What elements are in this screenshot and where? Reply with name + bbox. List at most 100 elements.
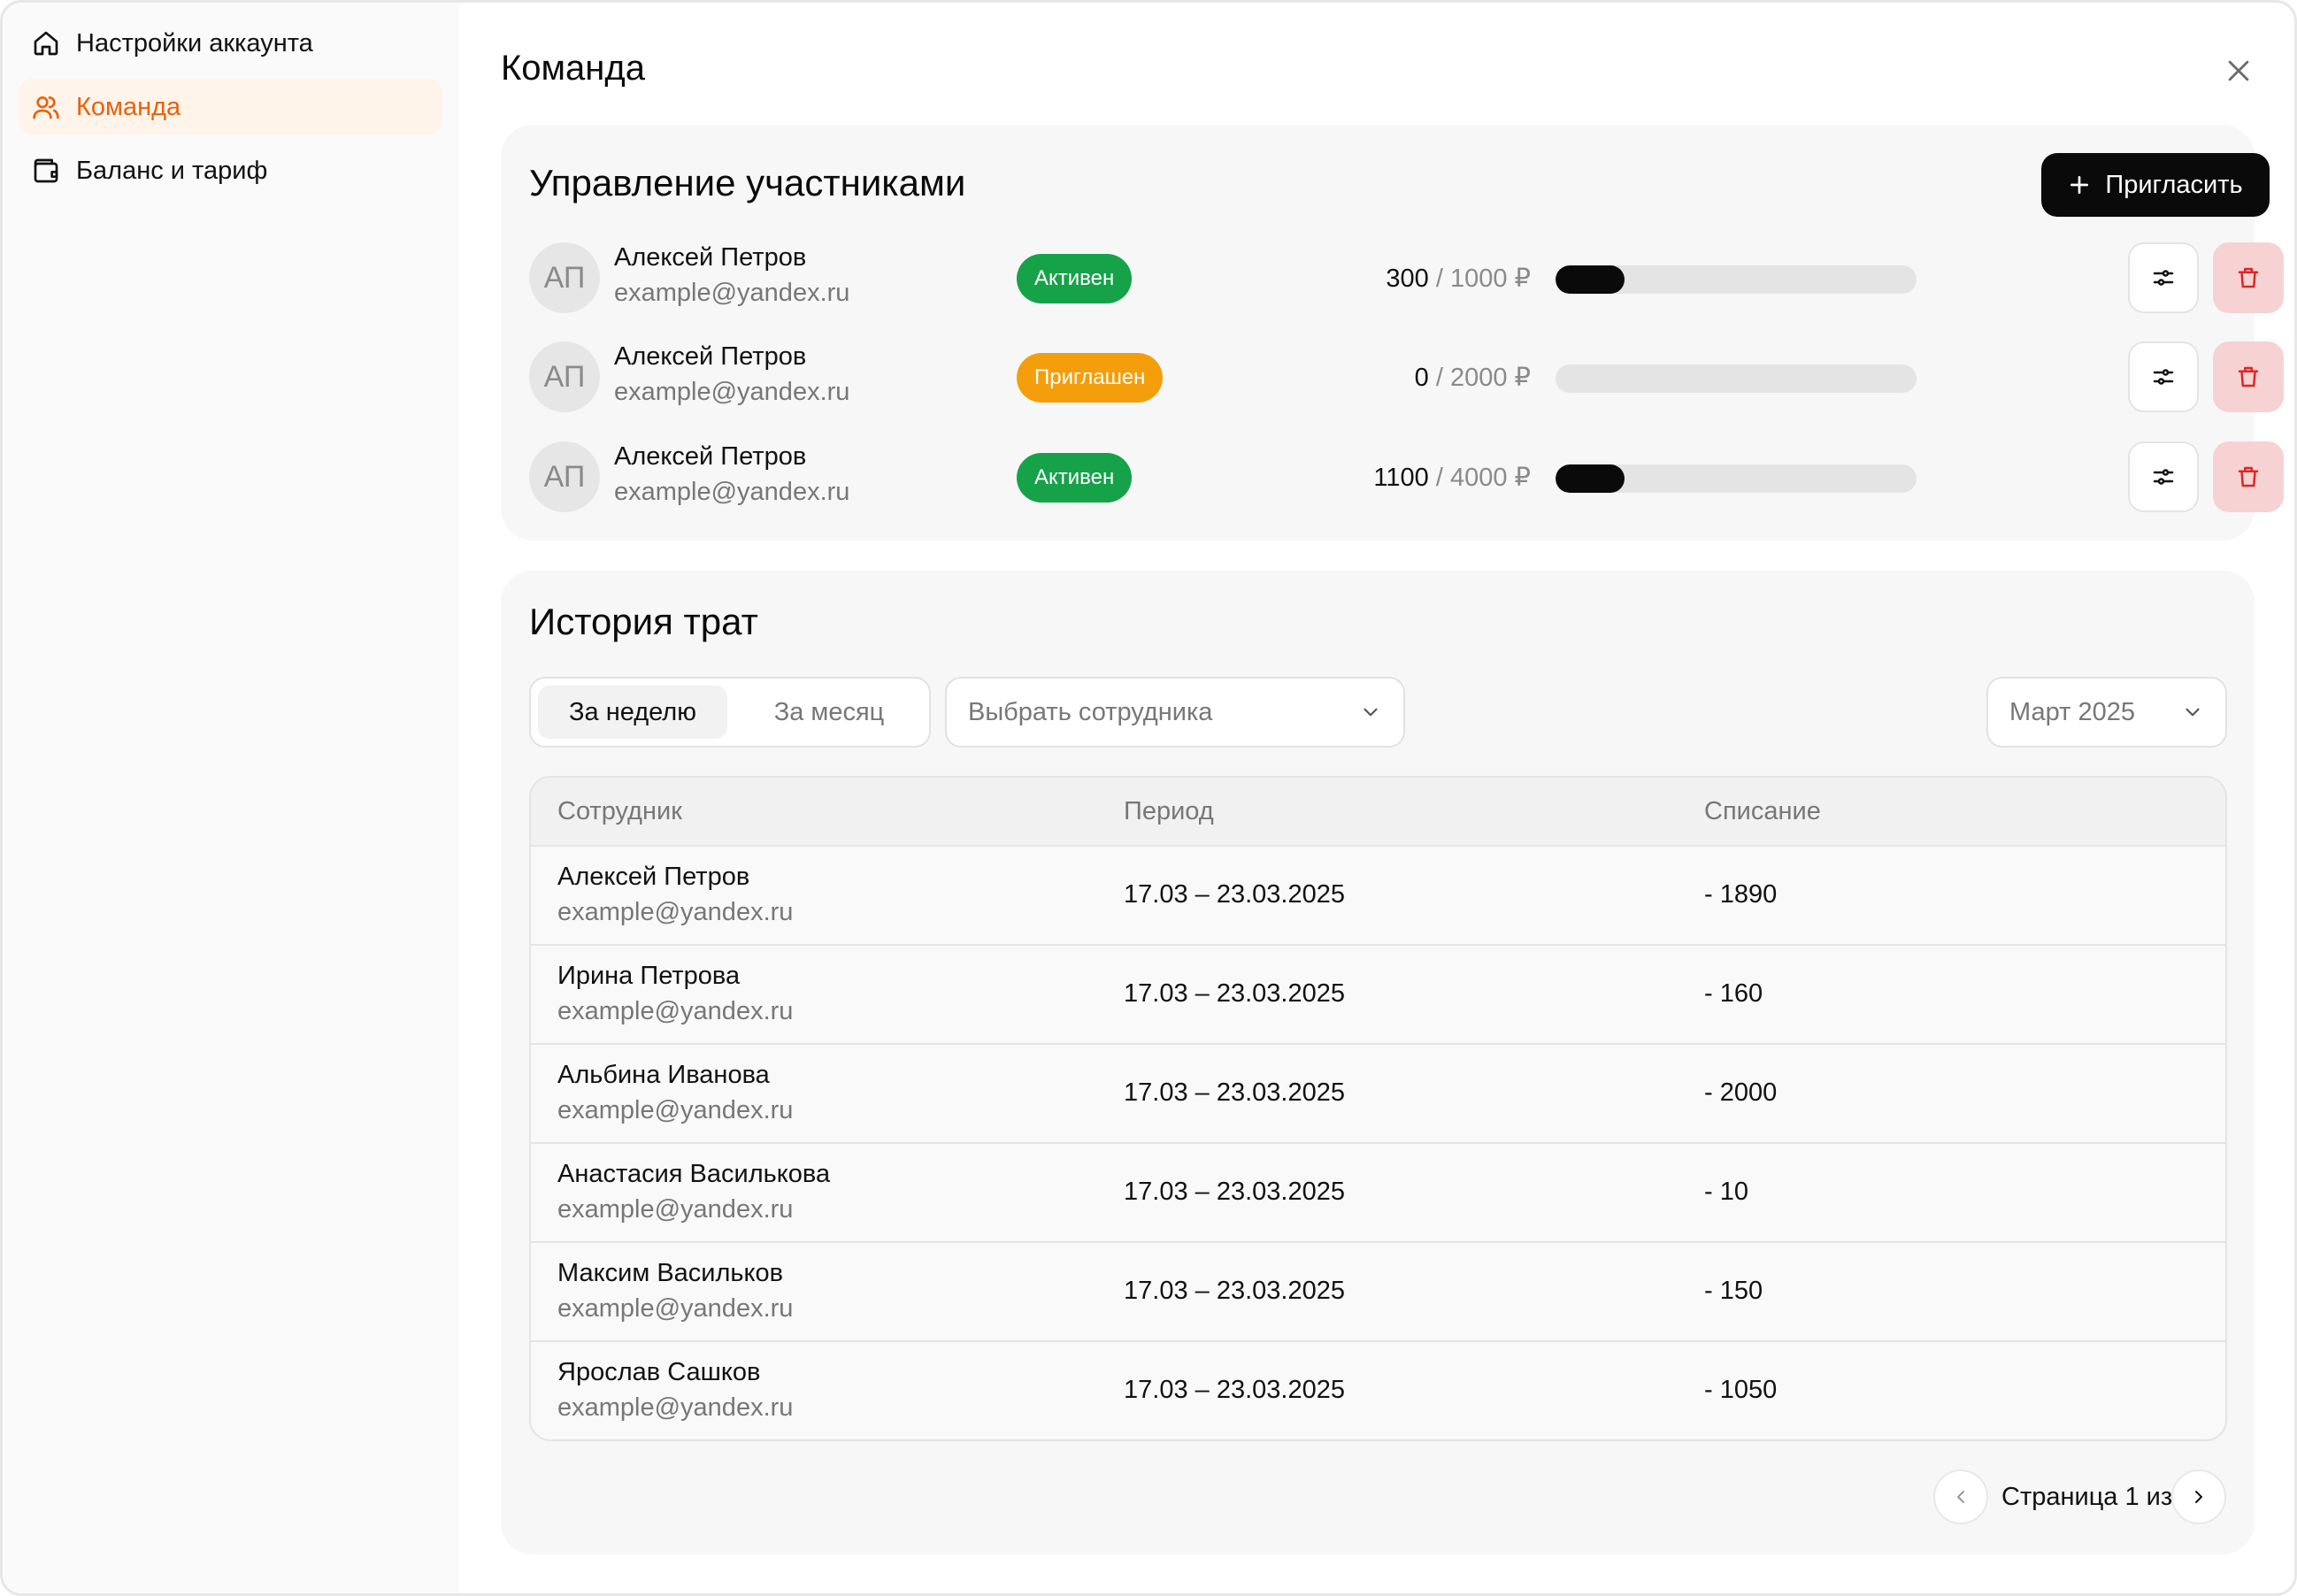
chevron-left-icon <box>1957 1491 1964 1503</box>
members-title: Управление участниками <box>529 162 966 203</box>
period-cell: 17.03 – 23.03.2025 <box>1124 1277 1345 1305</box>
close-icon <box>2228 60 2249 81</box>
member-delete-button[interactable] <box>2213 341 2284 412</box>
budget-usage: 1100 / 4000 ₽ <box>1373 462 1531 493</box>
avatar: АП <box>529 441 600 512</box>
budget-progress-bar <box>1556 265 1917 294</box>
budget-separator: / <box>1428 364 1450 392</box>
period-cell: 17.03 – 23.03.2025 <box>1124 1178 1345 1206</box>
member-name: Алексей Петров <box>614 243 807 272</box>
home-icon <box>34 31 58 56</box>
main-content: Команда Управление участниками Пригласит… <box>458 3 2294 1593</box>
employee-email: example@yandex.ru <box>557 997 794 1025</box>
close-button[interactable] <box>2216 49 2261 93</box>
amount-cell: - 160 <box>1704 979 1763 1008</box>
page-title: Команда <box>501 49 645 88</box>
budget-limit: 1000 ₽ <box>1449 265 1531 293</box>
tab-month[interactable]: За месяц <box>736 686 922 739</box>
tab-week[interactable]: За неделю <box>538 686 727 739</box>
budget-progress-bar <box>1556 364 1917 393</box>
member-delete-button[interactable] <box>2213 242 2284 313</box>
chevron-down-icon <box>2186 708 2200 717</box>
sidebar-item-label: Команда <box>76 92 181 121</box>
member-settings-button[interactable] <box>2128 441 2199 512</box>
sidebar-item-label: Настройки аккаунта <box>76 28 313 58</box>
table-row: Алексей Петров example@yandex.ru 17.03 – 2… <box>531 847 2225 946</box>
amount-cell: - 10 <box>1704 1178 1748 1206</box>
app-window: Настройки аккаунта Команда Баланс и тари… <box>0 0 2297 1596</box>
budget-usage: 300 / 1000 ₽ <box>1386 263 1531 294</box>
column-header-amount: Списание <box>1704 797 1821 825</box>
table-row: Ярослав Сашков example@yandex.ru 17.03 – 2… <box>531 1342 2225 1439</box>
employee-name: Максим Васильков <box>557 1259 784 1287</box>
avatar: АП <box>529 242 600 313</box>
month-select[interactable]: Март 2025 <box>1986 677 2227 748</box>
member-row: АП Алексей Петров example@yandex.ru Приглаш… <box>529 341 2284 413</box>
budget-limit: 2000 ₽ <box>1449 364 1531 392</box>
budget-progress-fill <box>1556 265 1625 294</box>
chevron-right-icon <box>2195 1491 2202 1503</box>
avatar: АП <box>529 341 600 412</box>
table-row: Максим Васильков example@yandex.ru 17.03 –… <box>531 1243 2225 1342</box>
users-icon <box>33 96 59 119</box>
budget-separator: / <box>1428 464 1450 492</box>
member-settings-button[interactable] <box>2128 341 2199 412</box>
sidebar-item-label: Баланс и тариф <box>76 156 268 185</box>
budget-spent: 1100 <box>1373 464 1429 492</box>
trash-icon <box>2238 267 2259 288</box>
chevron-down-icon <box>1364 708 1378 717</box>
plus-icon <box>2070 175 2089 195</box>
budget-limit: 4000 ₽ <box>1449 464 1531 492</box>
status-badge: Активен <box>1017 453 1133 503</box>
table-header: Сотрудник Период Списание <box>531 778 2225 847</box>
sidebar-item-balance[interactable]: Баланс и тариф <box>19 142 442 199</box>
period-cell: 17.03 – 23.03.2025 <box>1124 979 1345 1008</box>
sliders-icon <box>2153 469 2174 485</box>
employee-select[interactable]: Выбрать сотрудника <box>945 677 1405 748</box>
budget-spent: 300 <box>1386 265 1429 293</box>
amount-cell: - 2000 <box>1704 1078 1778 1107</box>
member-row: АП Алексей Петров example@yandex.ru Активен… <box>529 242 2284 314</box>
budget-spent: 0 <box>1414 364 1429 392</box>
employee-email: example@yandex.ru <box>557 1096 794 1124</box>
budget-progress-bar <box>1556 464 1917 493</box>
amount-cell: - 1890 <box>1704 880 1778 909</box>
status-badge: Активен <box>1017 254 1133 303</box>
employee-name: Анастасия Василькова <box>557 1160 831 1188</box>
prev-page-button[interactable] <box>1933 1469 1988 1524</box>
amount-cell: - 1050 <box>1704 1376 1778 1404</box>
employee-name: Ярослав Сашков <box>557 1358 761 1386</box>
table-row: Анастасия Василькова example@yandex.ru 17.… <box>531 1144 2225 1243</box>
column-header-employee: Сотрудник <box>557 797 682 825</box>
employee-name: Альбина Иванова <box>557 1061 770 1089</box>
trash-icon <box>2238 366 2259 387</box>
period-cell: 17.03 – 23.03.2025 <box>1124 880 1345 909</box>
employee-email: example@yandex.ru <box>557 1393 794 1422</box>
budget-usage: 0 / 2000 ₽ <box>1415 362 1531 393</box>
employee-email: example@yandex.ru <box>557 1294 794 1323</box>
history-title: История трат <box>529 601 758 642</box>
sidebar: Настройки аккаунта Команда Баланс и тари… <box>3 3 458 1593</box>
period-toggle: За неделю За месяц <box>529 677 931 748</box>
sidebar-item-team[interactable]: Команда <box>19 79 442 135</box>
member-name: Алексей Петров <box>614 442 807 471</box>
table-row: Альбина Иванова example@yandex.ru 17.03 – … <box>531 1045 2225 1144</box>
budget-separator: / <box>1428 265 1450 293</box>
sliders-icon <box>2153 369 2174 385</box>
trash-icon <box>2238 466 2259 487</box>
employee-name: Ирина Петрова <box>557 962 741 990</box>
member-settings-button[interactable] <box>2128 242 2199 313</box>
wallet-icon <box>34 158 58 183</box>
member-email: example@yandex.ru <box>614 478 850 506</box>
history-card: История трат За неделю За месяц Выбрать … <box>501 571 2255 1554</box>
member-name: Алексей Петров <box>614 342 807 371</box>
next-page-button[interactable] <box>2171 1469 2226 1524</box>
budget-progress-fill <box>1556 464 1625 493</box>
member-delete-button[interactable] <box>2213 441 2284 512</box>
period-cell: 17.03 – 23.03.2025 <box>1124 1078 1345 1107</box>
sidebar-item-account-settings[interactable]: Настройки аккаунта <box>19 15 442 72</box>
invite-button[interactable]: Пригласить <box>2041 153 2270 217</box>
amount-cell: - 150 <box>1704 1277 1763 1305</box>
invite-label: Пригласить <box>2105 170 2243 199</box>
period-cell: 17.03 – 23.03.2025 <box>1124 1376 1345 1404</box>
